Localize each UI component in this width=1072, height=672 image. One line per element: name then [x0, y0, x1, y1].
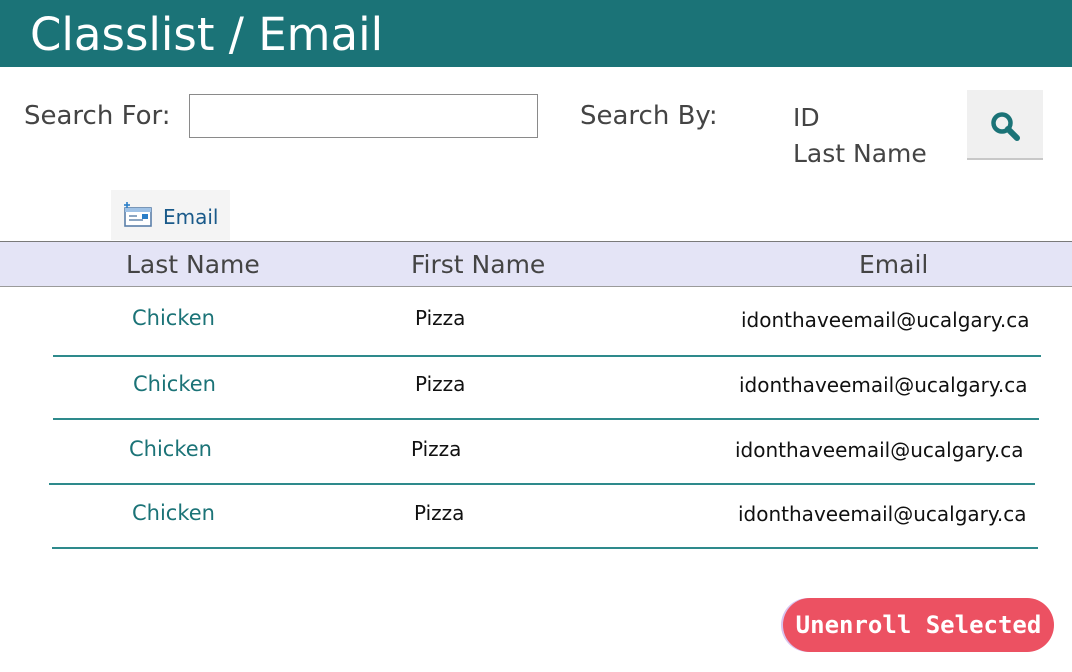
search-by-last-name-option[interactable]: Last Name [793, 136, 927, 172]
email-compose-icon [124, 202, 152, 227]
title-bar: Classlist / Email [0, 0, 1072, 67]
first-name-cell: Pizza [415, 306, 466, 330]
first-name-cell: Pizza [415, 372, 466, 396]
last-name-link[interactable]: Chicken [133, 370, 216, 398]
classlist-email-page: Classlist / Email Search For: Search By:… [0, 0, 1072, 672]
last-name-link[interactable]: Chicken [132, 499, 215, 527]
search-button[interactable] [967, 90, 1043, 160]
row-divider [53, 355, 1041, 357]
column-header-first-name[interactable]: First Name [411, 249, 545, 281]
page-title: Classlist / Email [30, 8, 384, 61]
email-cell: idonthaveemail@ucalgary.ca [739, 373, 1028, 397]
last-name-link[interactable]: Chicken [132, 304, 215, 332]
unenroll-selected-button[interactable]: Unenroll Selected [783, 598, 1054, 652]
email-button-label: Email [163, 205, 219, 229]
search-for-label: Search For: [24, 101, 171, 131]
column-header-last-name[interactable]: Last Name [126, 249, 260, 281]
first-name-cell: Pizza [414, 501, 465, 525]
column-header-email[interactable]: Email [859, 249, 928, 281]
search-by-id-option[interactable]: ID [793, 100, 927, 136]
row-divider [52, 547, 1038, 549]
email-button[interactable]: Email [111, 190, 230, 240]
search-input[interactable] [189, 94, 538, 138]
email-cell: idonthaveemail@ucalgary.ca [741, 308, 1030, 332]
search-by-label: Search By: [580, 101, 718, 131]
magnifier-icon [991, 112, 1020, 141]
email-cell: idonthaveemail@ucalgary.ca [735, 438, 1024, 462]
row-divider [49, 483, 1035, 485]
row-divider [53, 418, 1039, 420]
last-name-link[interactable]: Chicken [129, 435, 212, 463]
email-cell: idonthaveemail@ucalgary.ca [738, 502, 1027, 526]
search-by-options: ID Last Name [793, 100, 927, 172]
table-header: Last Name First Name Email [0, 241, 1072, 287]
first-name-cell: Pizza [411, 437, 462, 461]
